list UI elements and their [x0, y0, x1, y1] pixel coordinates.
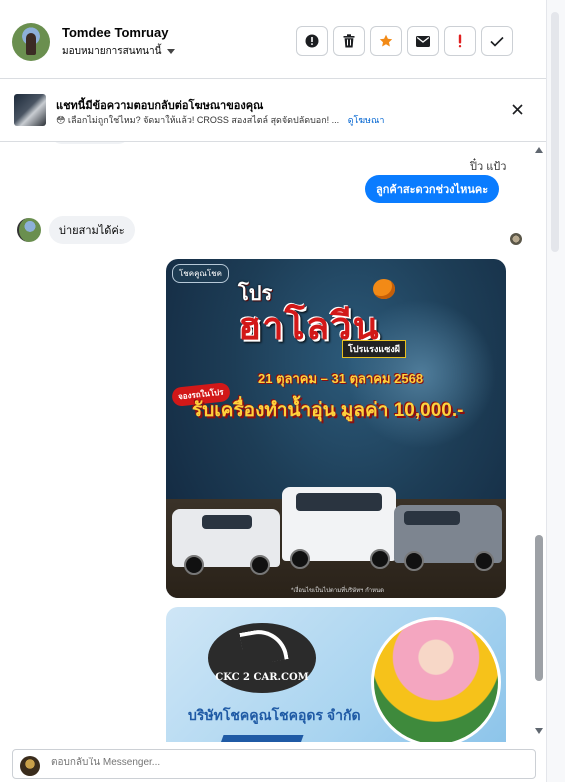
star-icon [379, 34, 393, 47]
truck-white-center [282, 487, 396, 569]
scroll-up-arrow-icon[interactable] [535, 147, 543, 153]
outgoing-message[interactable]: ลูกค้าสะดวกช่วงไหนคะ [365, 175, 500, 203]
brand-logo: โชคคูณโชค [172, 264, 229, 283]
ad-reply-banner: แชทนี้มีข้อความตอบกลับต่อโฆษณาของคุณ 😳 เ… [0, 79, 546, 142]
chevron-down-icon [167, 49, 176, 54]
promo-image-2[interactable]: CKC 2 CAR.COM บริษัทโชคคูณโชคอุดร จำกัด [166, 607, 506, 742]
previous-message [50, 142, 130, 144]
promo-credit: *เงื่อนไขเป็นไปตามที่บริษัทฯ กำหนด [291, 588, 385, 594]
mark-done-button[interactable] [481, 26, 513, 56]
star-button[interactable] [370, 26, 402, 56]
mark-spam-button[interactable] [296, 26, 328, 56]
read-receipt-avatar [510, 233, 522, 245]
message-list: ปิ๋ว แป้ว ลูกค้าสะดวกช่วงไหนคะ บ่ายสามได… [0, 142, 546, 742]
spam-icon [305, 34, 319, 48]
close-banner-button[interactable] [508, 100, 526, 118]
promo-dates: 21 ตุลาคม – 31 ตุลาคม 2568 [258, 371, 424, 386]
truck-white-left [172, 509, 280, 575]
conversation-header: Tomdee Tomruay มอบหมายการสนทนานี้ [0, 0, 546, 79]
contact-avatar[interactable] [12, 23, 50, 61]
close-icon [511, 103, 523, 115]
delete-button[interactable] [333, 26, 365, 56]
promo-gift: รับเครื่องทำน้ำอุ่น มูลค่า 10,000.- [192, 400, 464, 421]
ad-banner-snippet: 😳 เลือกไม่ถูกใช่ไหม? จัดมาให้แล้ว! CROSS… [56, 115, 340, 125]
truck-grey-right [394, 505, 502, 571]
ad-thumbnail[interactable] [14, 94, 46, 126]
mail-icon [416, 35, 430, 47]
page-scrollbar[interactable] [547, 0, 565, 782]
page-scrollbar-thumb[interactable] [551, 12, 559, 252]
reply-composer[interactable] [12, 749, 536, 779]
message-scrollbar[interactable] [533, 143, 545, 739]
header-actions [296, 26, 513, 56]
assign-conversation-dropdown[interactable]: มอบหมายการสนทนานี้ [62, 44, 176, 59]
scroll-down-arrow-icon[interactable] [535, 728, 543, 734]
sunflower-photo [371, 617, 501, 742]
ad-banner-text: 😳 เลือกไม่ถูกใช่ไหม? จัดมาให้แล้ว! CROSS… [56, 113, 384, 127]
company-name: บริษัทโชคคูณโชคอุดร จำกัด [188, 707, 361, 723]
assign-label: มอบหมายการสนทนานี้ [62, 46, 162, 57]
check-icon [490, 36, 504, 47]
follow-up-button[interactable] [444, 26, 476, 56]
conversation-panel: Tomdee Tomruay มอบหมายการสนทนานี้ แชทนี้… [0, 0, 547, 782]
trash-icon [343, 34, 355, 48]
contact-name[interactable]: Tomdee Tomruay [62, 25, 168, 40]
promo-image[interactable]: โชคคูณโชค โปร ฮาโลวีน โปรแรงแซงผี 21 ตุล… [166, 259, 506, 598]
ad-banner-title: แชทนี้มีข้อความตอบกลับต่อโฆษณาของคุณ [56, 100, 264, 112]
sender-name: ปิ๋ว แป้ว [470, 161, 507, 173]
page-avatar [20, 756, 40, 776]
contact-small-avatar [17, 218, 41, 242]
promo-badge: โปรแรงแซงผี [342, 340, 406, 358]
reply-input[interactable] [51, 757, 521, 768]
mark-unread-button[interactable] [407, 26, 439, 56]
scrollbar-thumb[interactable] [535, 535, 543, 681]
view-ad-link[interactable]: ดูโฆษณา [348, 115, 385, 125]
banner-stripe [218, 735, 304, 742]
incoming-message[interactable]: บ่ายสามได้ค่ะ [49, 216, 135, 244]
exclamation-icon [458, 34, 462, 48]
